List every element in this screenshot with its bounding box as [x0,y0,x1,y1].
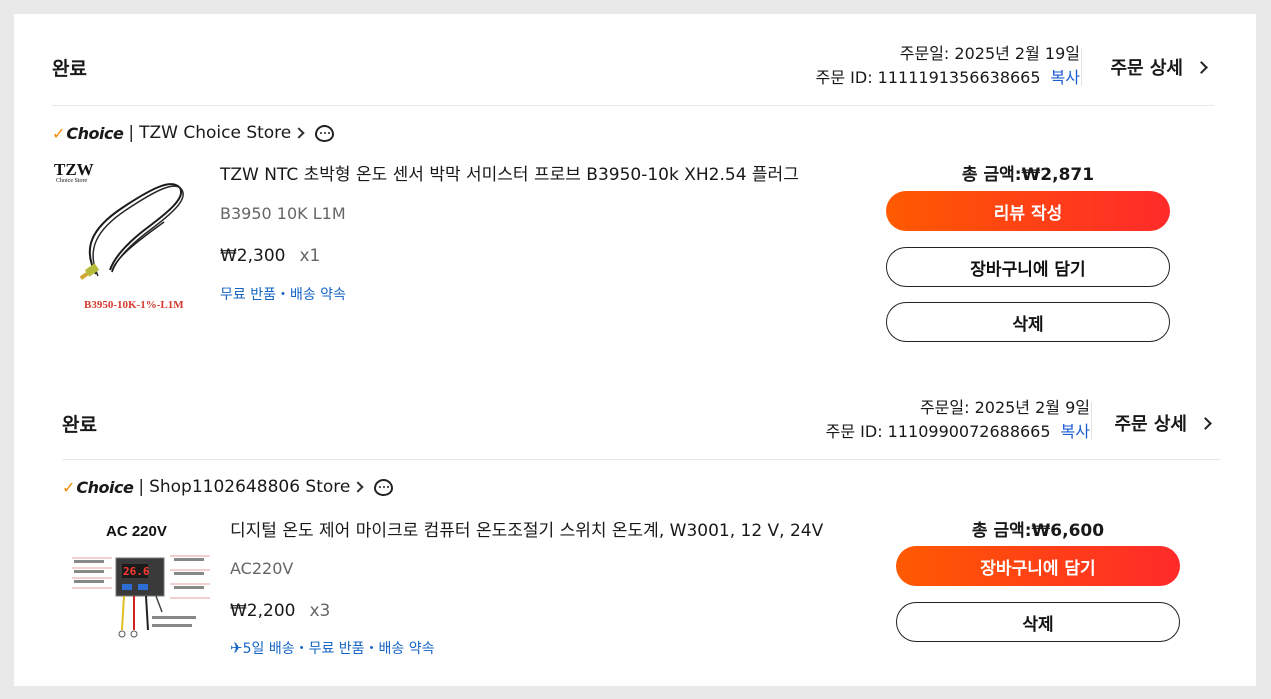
copy-order-id-link[interactable]: 복사 [1061,422,1090,441]
divider [1081,48,1082,86]
chat-bubble-icon[interactable] [315,124,335,142]
copy-order-id-link[interactable]: 복사 [1051,68,1080,87]
product-price-line: ₩2,200 x3 [230,601,330,621]
image-caption: B3950-10K-1%-L1M [84,299,184,311]
sensor-cable-image: TZW Choice Store B3950-10K-1%-L1M [54,160,184,311]
store-link[interactable]: ✓ Choice | Shop1102648806 Store [62,476,394,498]
order-total: 총 금액:₩6,600 [971,521,1105,541]
product-title[interactable]: TZW NTC 초박형 온도 센서 박막 서미스터 프로브 B3950-10k … [220,160,830,185]
order-card: 완료 주문일: 2025년 2월 9일 주문 ID: 1110990072688… [62,374,1220,668]
product-price: ₩2,300 [220,246,286,266]
order-meta: 주문일: 2025년 2월 19일 주문 ID: 111119135663866… [816,42,1080,90]
chevron-right-icon [1199,416,1212,430]
delete-button[interactable]: 삭제 [896,602,1180,642]
product-price: ₩2,200 [230,601,296,621]
product-image[interactable]: TZW Choice Store B3950-10K-1%-L1M [52,158,204,314]
order-detail-label: 주문 상세 [1110,58,1183,79]
order-header: 완료 주문일: 2025년 2월 9일 주문 ID: 1110990072688… [62,374,1220,460]
brand-sub: Choice Store [56,178,87,184]
write-review-button[interactable]: 리뷰 작성 [886,191,1170,231]
product-title[interactable]: 디지털 온도 제어 마이크로 컴퓨터 온도조절기 스위치 온도계, W3001,… [230,516,840,541]
order-card: 완료 주문일: 2025년 2월 19일 주문 ID: 111119135663… [52,14,1214,342]
chat-bubble-icon[interactable] [374,478,394,496]
separator: | [128,123,135,143]
order-detail-link[interactable]: 주문 상세 [1114,410,1212,436]
order-id: 주문 ID: 1110990072688665 [825,422,1051,441]
order-status: 완료 [62,414,97,436]
service-tags-text: 5일 배송・무료 반품・배송 약속 [242,641,435,657]
service-tags: 무료 반품・배송 약속 [220,287,346,303]
product-price-line: ₩2,300 x1 [220,246,320,266]
delete-button[interactable]: 삭제 [886,302,1170,342]
order-status: 완료 [52,58,87,80]
order-detail-link[interactable]: 주문 상세 [1110,54,1208,80]
add-to-cart-button[interactable]: 장바구니에 담기 [886,247,1170,287]
order-detail-label: 주문 상세 [1114,414,1187,435]
product-image[interactable]: AC 220V 26.6 [62,512,214,668]
store-name: Shop1102648806 Store [149,477,351,497]
divider [1091,402,1092,440]
checkmark-icon: ✓ [52,123,66,143]
order-meta: 주문일: 2025년 2월 9일 주문 ID: 1110990072688665… [826,396,1090,444]
order-id: 주문 ID: 1111191356638665 [815,68,1041,87]
separator: | [138,477,145,497]
chevron-right-icon [1195,60,1208,74]
order-header: 완료 주문일: 2025년 2월 19일 주문 ID: 111119135663… [52,14,1214,106]
image-heading: AC 220V [106,523,167,540]
orders-panel: 완료 주문일: 2025년 2월 19일 주문 ID: 111119135663… [14,14,1256,686]
order-date: 주문일: 2025년 2월 19일 [899,44,1080,63]
choice-badge: Choice [76,477,134,497]
checkmark-icon: ✓ [62,477,76,497]
order-date: 주문일: 2025년 2월 9일 [919,398,1090,417]
thermostat-image: AC 220V 26.6 [72,523,210,638]
product-qty: x3 [309,601,331,621]
chevron-right-icon [352,481,365,493]
choice-badge: Choice [66,123,124,143]
product-variant: B3950 10K L1M [220,204,346,223]
store-name: TZW Choice Store [139,123,292,143]
store-link[interactable]: ✓ Choice | TZW Choice Store [52,122,335,144]
airplane-icon: ✈ [230,639,243,657]
product-qty: x1 [299,246,321,266]
add-to-cart-button[interactable]: 장바구니에 담기 [896,546,1180,586]
brand-text: TZW [54,160,94,179]
order-total: 총 금액:₩2,871 [961,165,1095,185]
display-value: 26.6 [123,565,150,578]
product-variant: AC220V [230,559,294,578]
chevron-right-icon [293,127,305,139]
service-tags: ✈5일 배송・무료 반품・배송 약속 [230,638,435,658]
